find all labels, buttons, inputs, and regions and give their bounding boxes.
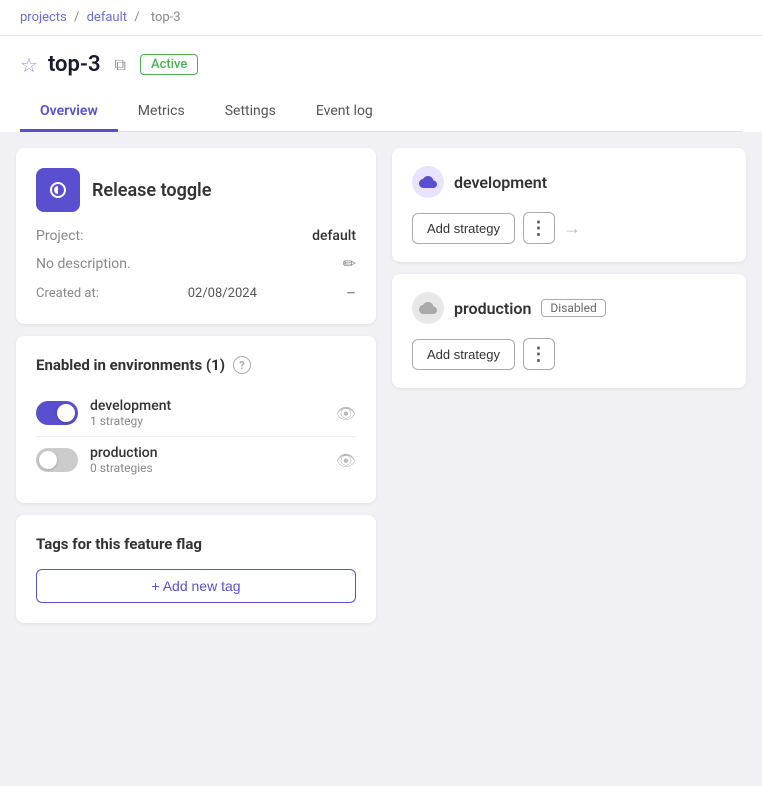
cloud-icon-development [412,166,444,198]
env-info-development: development 1 strategy [90,398,324,428]
flag-name: Release toggle [92,180,211,201]
breadcrumb-sep2: / [134,10,143,25]
env-name-development: development [90,398,324,414]
tab-event-log[interactable]: Event log [296,93,393,132]
env-name-production: production [90,445,324,461]
strategy-card-development: development Add strategy ⋮ → [392,148,746,262]
tags-card: Tags for this feature flag + Add new tag [16,515,376,623]
star-icon[interactable]: ☆ [20,53,38,77]
arrow-icon-development: → [563,218,581,239]
cloud-icon-production [412,292,444,324]
toggle-development[interactable] [36,401,78,425]
project-label: Project: [36,228,84,244]
help-icon[interactable]: ? [233,356,251,374]
tab-metrics[interactable]: Metrics [118,93,205,132]
page-header: ☆ top-3 ⧉ Active Overview Metrics Settin… [0,36,762,132]
env-info-production: production 0 strategies [90,445,324,475]
eye-icon-production[interactable]: 👁 [336,451,356,470]
add-tag-button[interactable]: + Add new tag [36,569,356,603]
dots-menu-production[interactable]: ⋮ [523,338,555,370]
tab-bar: Overview Metrics Settings Event log [20,93,742,132]
env-strategies-development: 1 strategy [90,414,324,428]
tab-overview[interactable]: Overview [20,93,118,132]
toggle-production[interactable] [36,448,78,472]
copy-icon[interactable]: ⧉ [111,53,130,77]
env-row-production: production 0 strategies 👁 [36,437,356,483]
edit-icon[interactable]: ✏ [343,254,356,273]
strategy-name-development: development [454,173,547,192]
strategy-card-production: production Disabled Add strategy ⋮ [392,274,746,388]
add-strategy-button-development[interactable]: Add strategy [412,213,515,244]
created-label: Created at: [36,286,99,301]
strategy-name-production: production [454,299,531,318]
breadcrumb-current: top-3 [151,10,181,25]
environments-title: Enabled in environments (1) [36,356,225,374]
dots-menu-development[interactable]: ⋮ [523,212,555,244]
tab-settings[interactable]: Settings [205,93,296,132]
breadcrumb-sep1: / [74,10,83,25]
flag-info-card: Release toggle Project: default No descr… [16,148,376,324]
flag-description: No description. [36,256,131,272]
project-value: default [312,228,356,244]
flag-icon [36,168,80,212]
minus-icon[interactable]: − [346,283,356,304]
add-strategy-button-production[interactable]: Add strategy [412,339,515,370]
page-title: top-3 [48,52,101,77]
status-badge: Active [140,54,198,75]
eye-icon-development[interactable]: 👁 [336,404,356,423]
env-strategies-production: 0 strategies [90,461,324,475]
left-column: Release toggle Project: default No descr… [16,148,376,623]
created-value: 02/08/2024 [188,286,257,301]
env-row-development: development 1 strategy 👁 [36,390,356,437]
breadcrumb-projects[interactable]: projects [20,10,67,25]
tags-title: Tags for this feature flag [36,535,356,553]
breadcrumb: projects / default / top-3 [0,0,762,36]
environments-card: Enabled in environments (1) ? developmen… [16,336,376,503]
breadcrumb-default[interactable]: default [87,10,127,25]
disabled-badge-production: Disabled [541,299,605,317]
main-content: Release toggle Project: default No descr… [0,132,762,639]
right-column: development Add strategy ⋮ → production … [392,148,746,623]
